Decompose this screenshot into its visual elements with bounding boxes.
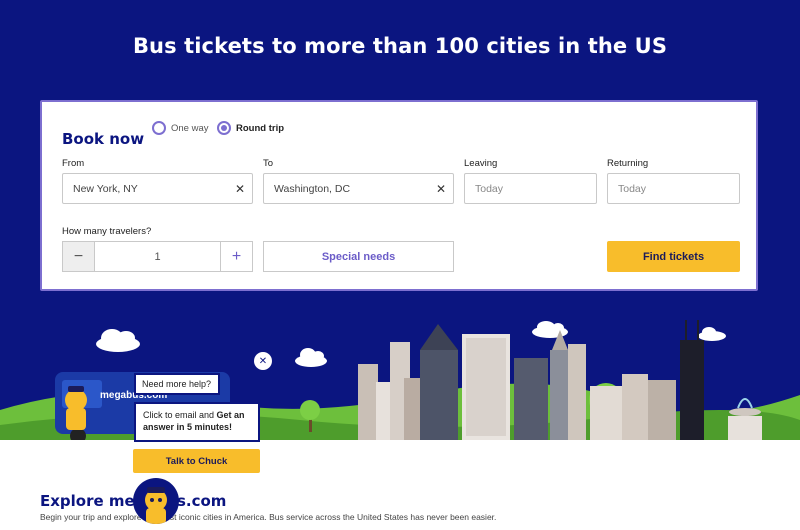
- travelers-label: How many travelers?: [62, 226, 152, 237]
- clear-icon[interactable]: ✕: [436, 182, 446, 196]
- booking-heading: Book now: [62, 130, 145, 148]
- increment-button[interactable]: +: [220, 242, 252, 271]
- radio-unchecked-icon: [152, 121, 166, 135]
- special-needs-button[interactable]: Special needs: [263, 241, 454, 272]
- chat-close-icon[interactable]: ✕: [254, 352, 272, 370]
- one-way-radio[interactable]: One way: [152, 121, 209, 135]
- leaving-date-input[interactable]: Today: [464, 173, 597, 204]
- to-value: Washington, DC: [274, 182, 351, 195]
- chat-message-bubble[interactable]: Click to email and Get an answer in 5 mi…: [134, 402, 260, 442]
- cloud-icon: [96, 321, 726, 367]
- to-label: To: [263, 158, 274, 169]
- radio-checked-icon: [217, 121, 231, 135]
- city-skyline-illustration: megabus.com: [0, 320, 800, 440]
- find-tickets-button[interactable]: Find tickets: [607, 241, 740, 272]
- decrement-button[interactable]: −: [63, 242, 95, 271]
- hero-banner: Bus tickets to more than 100 cities in t…: [0, 0, 800, 440]
- explore-description: Begin your trip and explore the most ico…: [40, 512, 497, 522]
- leaving-placeholder: Today: [475, 182, 504, 195]
- round-trip-radio[interactable]: Round trip: [217, 121, 284, 135]
- returning-date-input[interactable]: Today: [607, 173, 740, 204]
- leaving-label: Leaving: [464, 158, 498, 169]
- one-way-label: One way: [171, 122, 209, 134]
- from-input[interactable]: New York, NY ✕: [62, 173, 253, 204]
- returning-label: Returning: [607, 158, 649, 169]
- talk-to-chuck-button[interactable]: Talk to Chuck: [133, 449, 260, 473]
- round-trip-label: Round trip: [236, 122, 285, 134]
- chat-message-text: Click to email and: [143, 410, 217, 420]
- from-label: From: [62, 158, 85, 169]
- returning-placeholder: Today: [618, 182, 647, 195]
- travelers-stepper: − 1 +: [62, 241, 253, 272]
- to-input[interactable]: Washington, DC ✕: [263, 173, 454, 204]
- clear-icon[interactable]: ✕: [235, 182, 245, 196]
- travelers-count[interactable]: 1: [95, 242, 220, 271]
- booking-form: Book now One way Round trip From To Leav…: [40, 100, 758, 291]
- from-value: New York, NY: [73, 182, 138, 195]
- chat-prompt-bubble[interactable]: Need more help?: [134, 373, 220, 395]
- chuck-mascot-icon[interactable]: [133, 478, 179, 524]
- page-title: Bus tickets to more than 100 cities in t…: [132, 34, 668, 58]
- chat-prompt-text: Need more help?: [142, 379, 212, 389]
